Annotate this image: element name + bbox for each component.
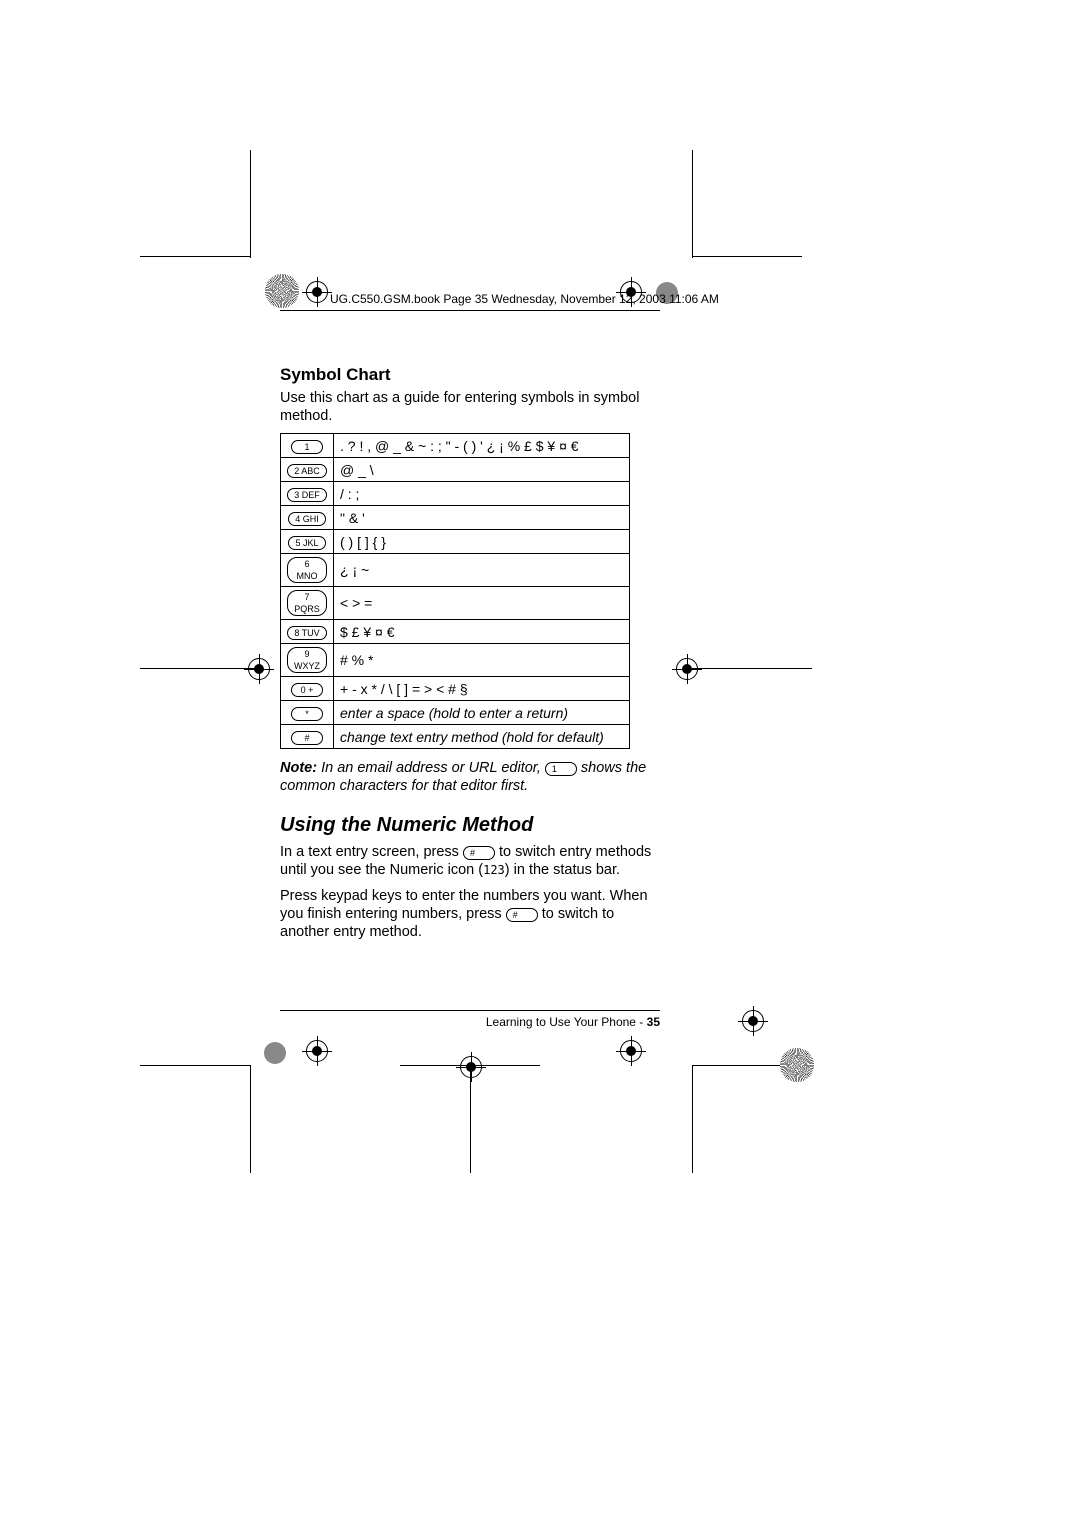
table-row: 4 GHI " & '	[281, 506, 630, 530]
symbol-chart-table: 1 . ? ! , @ _ & ~ : ; " - ( ) ' ¿ ¡ % £ $…	[280, 433, 630, 749]
keycap-icon: 0 +	[291, 683, 323, 697]
keycap-icon: 8 TUV	[287, 626, 326, 640]
numeric-p2: Press keypad keys to enter the numbers y…	[280, 887, 660, 941]
crop-line	[692, 150, 693, 258]
starburst-icon	[780, 1048, 814, 1082]
numeric-icon: 123	[483, 863, 505, 877]
symbol-cell: < > =	[334, 587, 630, 620]
keycap-icon: 5 JKL	[288, 536, 325, 550]
table-row: # change text entry method (hold for defa…	[281, 725, 630, 749]
keycap-icon: 3 DEF	[287, 488, 327, 502]
symbol-cell: " & '	[334, 506, 630, 530]
table-row: 5 JKL ( ) [ ] { }	[281, 530, 630, 554]
color-dot-icon	[264, 1042, 286, 1064]
symbol-cell: . ? ! , @ _ & ~ : ; " - ( ) ' ¿ ¡ % £ $ …	[334, 434, 630, 458]
numeric-p1: In a text entry screen, press # to switc…	[280, 843, 660, 879]
table-row: 3 DEF / : ;	[281, 482, 630, 506]
crop-line	[250, 150, 251, 258]
keycap-icon: *	[291, 707, 323, 721]
crop-line	[692, 256, 802, 257]
keycap-icon: 1	[545, 762, 577, 776]
numeric-method-heading: Using the Numeric Method	[280, 814, 660, 837]
registration-mark-icon	[620, 1040, 642, 1062]
registration-mark-icon	[676, 658, 698, 680]
table-row: 6 MNO ¿ ¡ ~	[281, 554, 630, 587]
crop-line	[140, 1065, 250, 1066]
symbol-cell: enter a space (hold to enter a return)	[334, 701, 630, 725]
keycap-icon: 4 GHI	[288, 512, 326, 526]
symbol-cell: change text entry method (hold for defau…	[334, 725, 630, 749]
footer-text: Learning to Use Your Phone -	[486, 1015, 647, 1029]
page-footer: Learning to Use Your Phone - 35	[280, 1010, 660, 1029]
symbol-cell: # % *	[334, 644, 630, 677]
crop-line	[692, 1065, 693, 1173]
symbol-cell: @ _ \	[334, 458, 630, 482]
registration-mark-icon	[306, 1040, 328, 1062]
registration-mark-icon	[248, 658, 270, 680]
crop-line	[250, 1065, 251, 1173]
registration-mark-icon	[742, 1010, 764, 1032]
table-row: 2 ABC @ _ \	[281, 458, 630, 482]
page-content: Symbol Chart Use this chart as a guide f…	[280, 295, 660, 949]
symbol-cell: + - x * / \ [ ] = > < # §	[334, 677, 630, 701]
keycap-icon: #	[291, 731, 323, 745]
text: ) in the status bar.	[505, 862, 620, 878]
page-number: 35	[647, 1015, 660, 1029]
keycap-icon: #	[463, 846, 495, 860]
keycap-icon: 6 MNO	[287, 557, 327, 583]
table-row: 0 + + - x * / \ [ ] = > < # §	[281, 677, 630, 701]
symbol-chart-intro: Use this chart as a guide for entering s…	[280, 389, 660, 425]
keycap-icon: 7 PQRS	[287, 590, 327, 616]
table-row: 8 TUV $ £ ¥ ¤ €	[281, 620, 630, 644]
symbol-cell: $ £ ¥ ¤ €	[334, 620, 630, 644]
crop-line	[140, 668, 260, 669]
crop-line	[140, 256, 250, 257]
symbol-cell: / : ;	[334, 482, 630, 506]
note-paragraph: Note: In an email address or URL editor,…	[280, 759, 660, 795]
keycap-icon: 2 ABC	[287, 464, 327, 478]
table-row: 7 PQRS < > =	[281, 587, 630, 620]
keycap-icon: #	[506, 908, 538, 922]
note-label: Note:	[280, 760, 317, 776]
table-row: 1 . ? ! , @ _ & ~ : ; " - ( ) ' ¿ ¡ % £ $…	[281, 434, 630, 458]
table-row: * enter a space (hold to enter a return)	[281, 701, 630, 725]
keycap-icon: 9 WXYZ	[287, 647, 327, 673]
crop-line	[692, 668, 812, 669]
symbol-chart-heading: Symbol Chart	[280, 365, 660, 385]
note-text: In an email address or URL editor,	[317, 760, 545, 776]
registration-mark-icon	[460, 1056, 482, 1078]
symbol-cell: ¿ ¡ ~	[334, 554, 630, 587]
keycap-icon: 1	[291, 440, 323, 454]
symbol-cell: ( ) [ ] { }	[334, 530, 630, 554]
text: In a text entry screen, press	[280, 844, 463, 860]
table-row: 9 WXYZ # % *	[281, 644, 630, 677]
